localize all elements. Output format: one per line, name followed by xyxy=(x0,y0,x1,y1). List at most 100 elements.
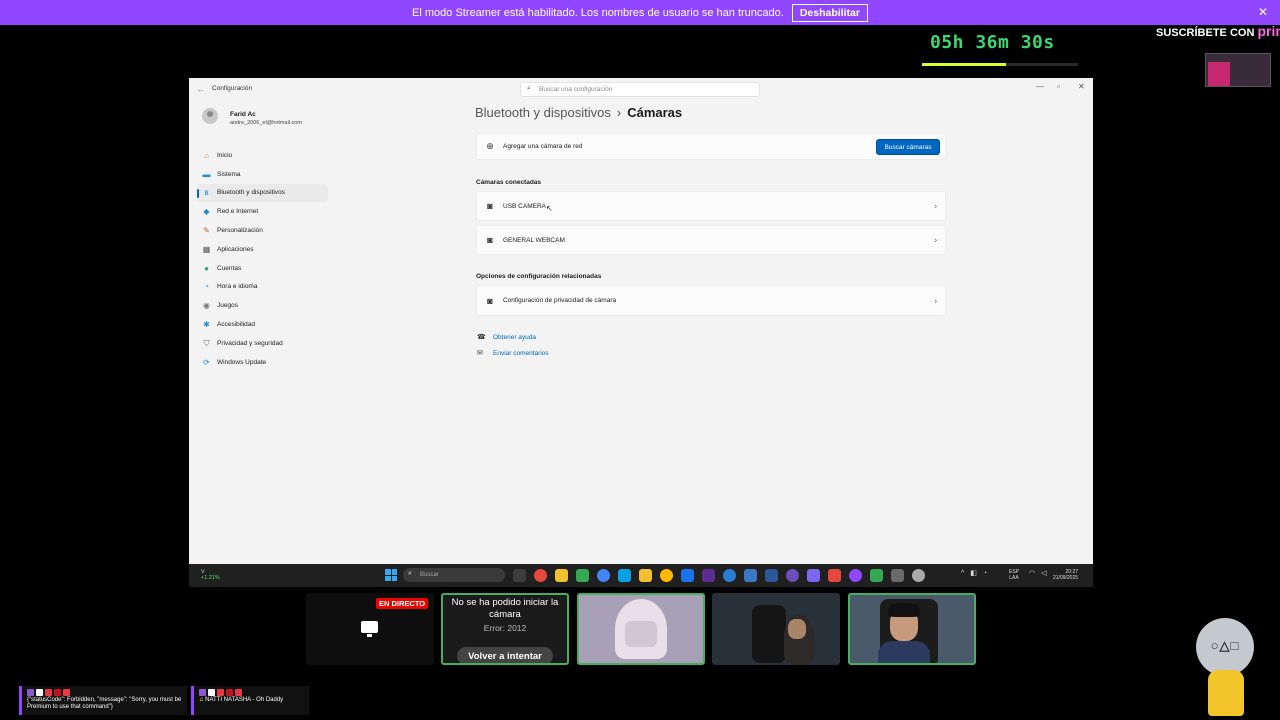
sidebar-item-hora-e-idioma[interactable]: ◔ Hora e idioma xyxy=(197,278,328,297)
disable-streamer-mode-button[interactable]: Deshabilitar xyxy=(791,3,868,22)
lang-bottom: LAA xyxy=(1009,575,1019,581)
mascot-shapes: ○△□ xyxy=(1210,638,1240,653)
avatar xyxy=(202,108,218,124)
weather-widget[interactable]: V +1.21% xyxy=(201,569,220,581)
taskbar-search[interactable]: ⌕ Buscar xyxy=(403,568,505,582)
sidebar-item-privacidad-y-seguridad[interactable]: ⛉ Privacidad y seguridad xyxy=(197,334,328,353)
webcam-tile-streamer xyxy=(848,593,976,665)
taskbar-app-icon[interactable] xyxy=(870,569,883,582)
camera-icon: ◙ xyxy=(487,201,493,211)
sidebar-item-label: Sistema xyxy=(217,170,241,178)
prime-logo: prime xyxy=(1257,23,1280,39)
sidebar-item-aplicaciones[interactable]: ▦ Aplicaciones xyxy=(197,240,328,259)
taskbar-app-icon[interactable] xyxy=(807,569,820,582)
search-cameras-button[interactable]: Buscar cámaras xyxy=(876,139,940,155)
taskbar-app-icon[interactable] xyxy=(828,569,841,582)
back-arrow-icon[interactable]: ← xyxy=(196,84,205,94)
minimize-icon[interactable]: — xyxy=(1036,82,1044,91)
sidebar-item-juegos[interactable]: ◉ Juegos xyxy=(197,296,328,315)
get-help-link[interactable]: ☎ Obtener ayuda xyxy=(477,333,537,342)
now-playing-text: ♫ NATTI NATASHA - Oh Daddy xyxy=(199,697,284,703)
accounts-icon: ● xyxy=(204,263,209,273)
close-window-icon[interactable]: ✕ xyxy=(1078,82,1085,91)
help-label: Obtener ayuda xyxy=(493,333,537,341)
wifi-icon: ◠ xyxy=(1029,570,1036,577)
taskbar-app-icon[interactable] xyxy=(513,569,526,582)
maximize-icon[interactable]: ▫ xyxy=(1057,82,1060,91)
accessibility-icon: ✱ xyxy=(203,320,210,330)
timer-progress-fill xyxy=(922,63,1007,66)
tray-app-icon[interactable]: ◔ xyxy=(983,570,987,577)
system-icon: ▬ xyxy=(202,169,211,179)
start-button[interactable] xyxy=(385,569,397,581)
taskbar-app-icon[interactable] xyxy=(534,569,547,582)
volume-icon: ◁ xyxy=(1041,570,1047,577)
taskbar-app-icon[interactable] xyxy=(576,569,589,582)
camera-icon: ◙ xyxy=(487,295,493,306)
retry-button[interactable]: Volver a intentar xyxy=(457,647,553,663)
chevron-right-icon: › xyxy=(934,296,937,305)
clock[interactable]: 20:27 21/09/2025 xyxy=(1053,569,1078,581)
sidebar-item-label: Aplicaciones xyxy=(217,245,254,253)
tray-app-icon[interactable]: ◧ xyxy=(970,569,977,577)
sidebar-nav: ⌂ Inicio ▬ Sistema ʙ Bluetooth y dispositivos… xyxy=(197,146,328,372)
settings-search-input[interactable]: ⌕ Buscar una configuración xyxy=(520,82,760,97)
mouse-pointer-icon: ↖ xyxy=(546,204,553,213)
taskbar-app-icon[interactable] xyxy=(786,569,799,582)
taskbar-app-icon[interactable] xyxy=(597,569,610,582)
sidebar-item-label: Windows Update xyxy=(217,358,267,366)
sidebar-item-inicio[interactable]: ⌂ Inicio xyxy=(197,146,328,165)
quick-settings[interactable]: ◠ ◁ xyxy=(1029,569,1047,577)
app-title: Configuración xyxy=(212,85,253,92)
user-name: Farid Ac xyxy=(230,111,256,118)
taskbar-app-icon[interactable] xyxy=(681,569,694,582)
taskbar-app-icon[interactable] xyxy=(618,569,631,582)
send-feedback-link[interactable]: ✉ Enviar comentarios xyxy=(477,349,549,358)
chat-message-text: {"statusCode": Forbidden, "message": "So… xyxy=(27,697,182,710)
weather-temp: +1.21% xyxy=(201,575,220,581)
date: 21/09/2025 xyxy=(1053,575,1079,581)
sidebar-item-accesibilidad[interactable]: ✱ Accesibilidad xyxy=(197,315,328,334)
taskbar-app-icon[interactable] xyxy=(555,569,568,582)
taskbar-app-icon[interactable] xyxy=(891,569,904,582)
bluetooth-icon: ʙ xyxy=(204,188,209,198)
add-camera-label: Agregar una cámara de red xyxy=(503,143,583,150)
sidebar-item-cuentas[interactable]: ● Cuentas xyxy=(197,259,328,278)
taskbar-app-icon[interactable] xyxy=(723,569,736,582)
camera-name: GENERAL WEBCAM xyxy=(503,236,565,244)
connected-cameras-heading: Cámaras conectadas xyxy=(476,179,542,186)
sidebar-item-bluetooth-y-dispositivos[interactable]: ʙ Bluetooth y dispositivos xyxy=(197,183,328,203)
camera-error-title: No se ha podido iniciar la cámara xyxy=(451,597,559,620)
sidebar-item-windows-update[interactable]: ⟳ Windows Update xyxy=(197,353,328,372)
camera-privacy-settings-item[interactable]: ◙ Configuración de privacidad de cámara … xyxy=(476,285,946,316)
chat-message-right: ♫ NATTI NATASHA - Oh Daddy xyxy=(191,686,309,715)
search-icon: ⌕ xyxy=(527,85,531,92)
camera-item-webcam[interactable]: ◙ GENERAL WEBCAM › xyxy=(476,225,946,255)
webcam-tile-friend xyxy=(712,593,840,665)
sidebar-item-label: Inicio xyxy=(217,151,233,159)
sidebar-item-label: Privacidad y seguridad xyxy=(217,339,283,347)
taskbar-search-placeholder: Buscar xyxy=(420,572,439,578)
taskbar-app-icon[interactable] xyxy=(849,569,862,582)
feedback-label: Enviar comentarios xyxy=(493,349,549,357)
live-screen-tile: EN DIRECTO xyxy=(306,593,434,665)
taskbar-app-icon[interactable] xyxy=(765,569,778,582)
chat-message-left: {"statusCode": Forbidden, "message": "So… xyxy=(19,686,187,715)
mini-preview-thumbnail xyxy=(1205,53,1271,87)
close-icon[interactable]: ✕ xyxy=(1258,5,1268,19)
sidebar-item-personalización[interactable]: ✎ Personalización xyxy=(197,221,328,240)
sidebar-item-label: Personalización xyxy=(217,227,263,235)
windows-update-icon: ⟳ xyxy=(203,357,210,367)
mascot-character: ○△□ xyxy=(1196,618,1258,718)
chevron-up-icon[interactable]: ^ xyxy=(961,570,964,577)
taskbar-app-icon[interactable] xyxy=(660,569,673,582)
taskbar-app-icon[interactable] xyxy=(912,569,925,582)
taskbar-app-icon[interactable] xyxy=(702,569,715,582)
sidebar-item-red-e-internet[interactable]: ◆ Red e Internet xyxy=(197,202,328,221)
breadcrumb-parent[interactable]: Bluetooth y dispositivos xyxy=(475,105,611,120)
language-indicator[interactable]: ESP LAA xyxy=(1009,569,1019,581)
sidebar-item-sistema[interactable]: ▬ Sistema xyxy=(197,165,328,184)
taskbar-app-icon[interactable] xyxy=(639,569,652,582)
clock-globe-icon: ◔ xyxy=(204,282,209,292)
taskbar-app-icon[interactable] xyxy=(744,569,757,582)
